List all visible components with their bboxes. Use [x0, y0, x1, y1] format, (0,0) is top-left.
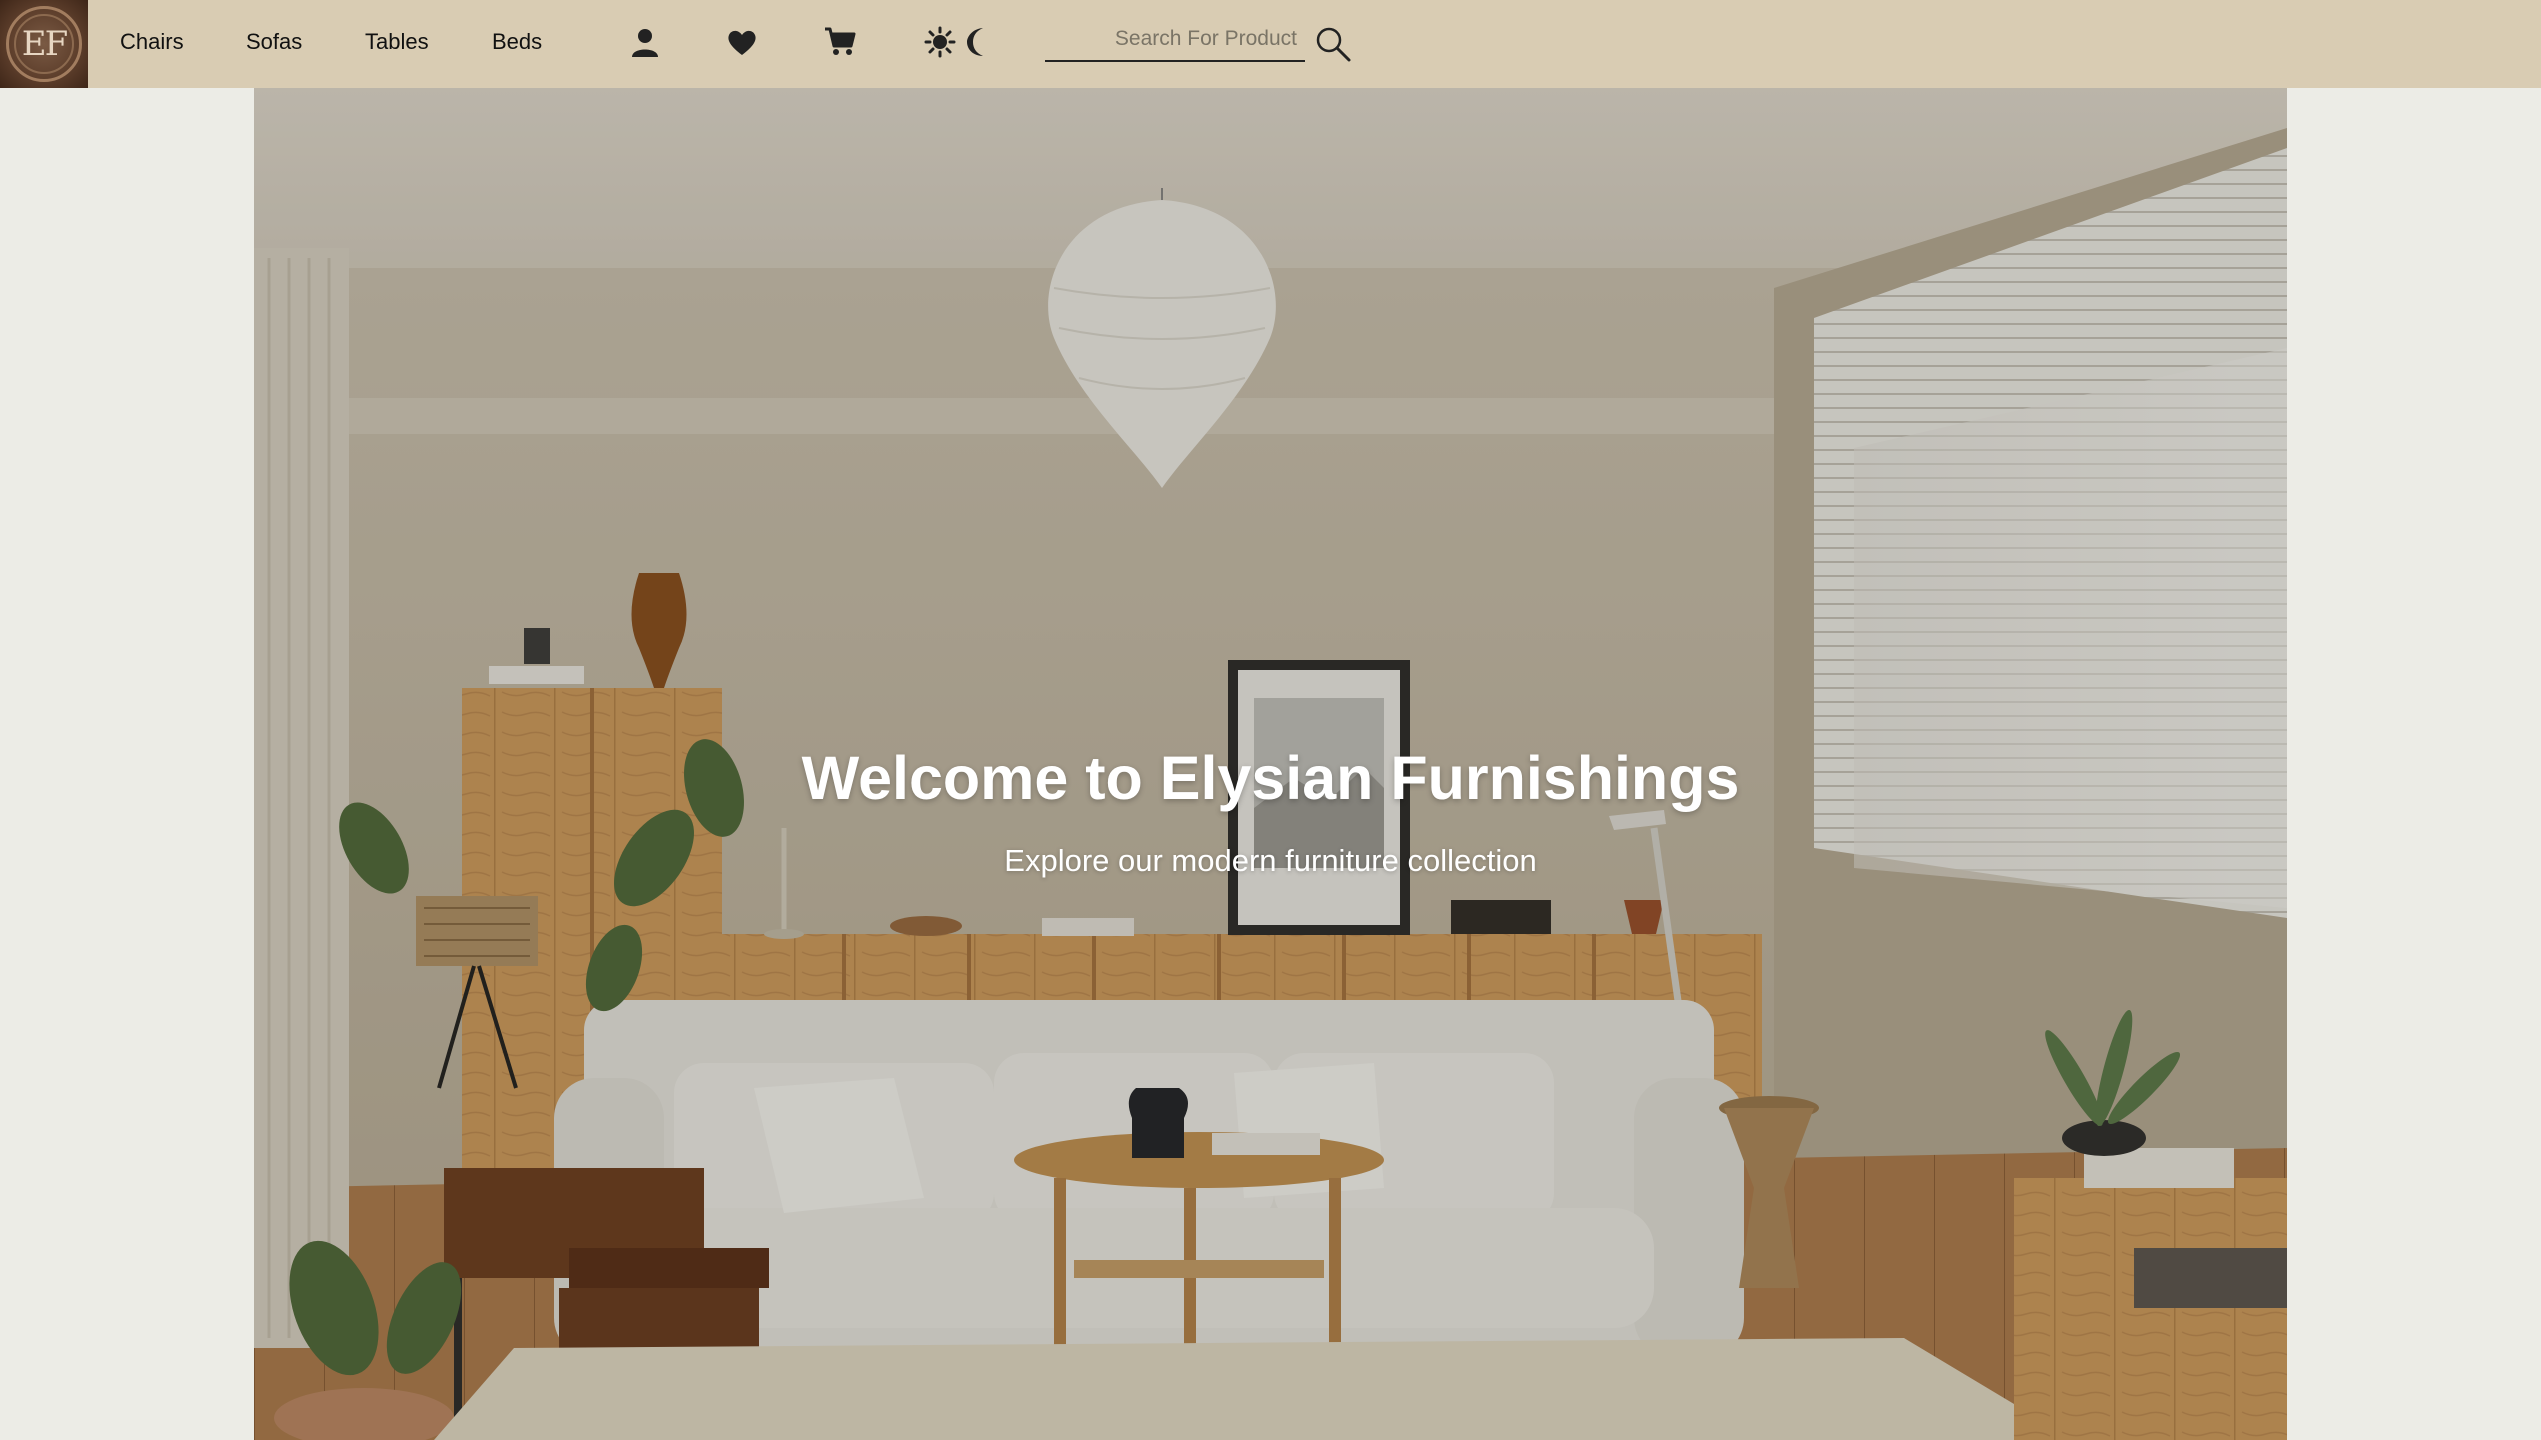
hero-banner: Welcome to Elysian Furnishings Explore o… — [254, 88, 2287, 1440]
brand-logo[interactable]: EF — [0, 0, 88, 88]
sun-icon — [924, 26, 956, 58]
search-input[interactable] — [1045, 20, 1305, 58]
search-icon — [1316, 27, 1351, 62]
heart-icon — [728, 30, 756, 55]
account-button[interactable] — [623, 20, 667, 64]
dark-mode-button[interactable] — [955, 20, 999, 64]
hero-title: Welcome to Elysian Furnishings — [801, 744, 1740, 812]
cart-icon — [825, 27, 856, 55]
nav-link-sofas[interactable]: Sofas — [246, 26, 302, 58]
top-navbar: EF Chairs Sofas Tables Beds — [0, 0, 2541, 88]
search-field — [1045, 20, 1305, 62]
cart-button[interactable] — [818, 20, 862, 64]
nav-link-chairs[interactable]: Chairs — [120, 26, 184, 58]
moon-icon — [967, 28, 983, 56]
search-button[interactable] — [1311, 22, 1355, 66]
user-icon — [632, 29, 658, 57]
nav-link-beds[interactable]: Beds — [492, 26, 542, 58]
hero-subtitle: Explore our modern furniture collection — [1004, 843, 1537, 878]
logo-text: EF — [21, 24, 68, 64]
wishlist-button[interactable] — [720, 20, 764, 64]
nav-link-tables[interactable]: Tables — [365, 26, 429, 58]
